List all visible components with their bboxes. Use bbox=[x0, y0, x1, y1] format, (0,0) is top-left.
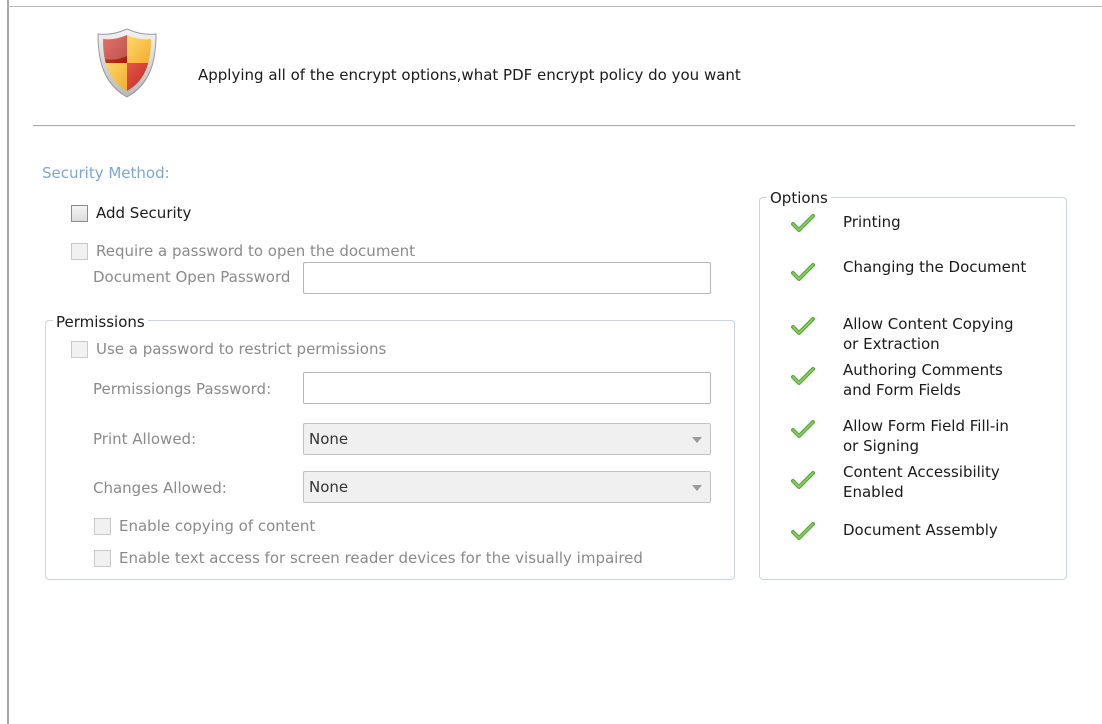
enable-copying-label: Enable copying of content bbox=[119, 517, 316, 535]
option-item-label: Allow Form Field Fill-in or Signing bbox=[843, 416, 1009, 456]
use-password-restrict-checkbox[interactable] bbox=[71, 340, 88, 358]
option-item-label: Authoring Comments and Form Fields bbox=[843, 360, 1003, 400]
option-item-line1: Content Accessibility bbox=[843, 463, 1000, 481]
changes-allowed-select[interactable]: None bbox=[303, 471, 711, 503]
security-shield-icon bbox=[94, 26, 160, 100]
green-check-icon bbox=[791, 521, 817, 541]
enable-text-access-checkbox[interactable] bbox=[94, 549, 111, 567]
green-check-icon bbox=[791, 213, 817, 233]
chevron-down-icon bbox=[692, 437, 702, 443]
document-open-password-label: Document Open Password bbox=[93, 268, 291, 286]
green-check-icon bbox=[791, 262, 817, 282]
enable-copying-checkbox-row[interactable]: Enable copying of content bbox=[94, 517, 315, 535]
print-allowed-label: Print Allowed: bbox=[93, 430, 197, 448]
option-item-label: Content Accessibility Enabled bbox=[843, 462, 1000, 502]
require-open-password-checkbox-row[interactable]: Require a password to open the document bbox=[71, 242, 415, 260]
green-check-icon bbox=[791, 470, 817, 490]
green-check-icon bbox=[791, 366, 817, 386]
add-security-checkbox[interactable] bbox=[71, 204, 88, 222]
enable-copying-checkbox[interactable] bbox=[94, 517, 111, 535]
option-item-line2: or Extraction bbox=[843, 335, 940, 353]
option-item-label: Changing the Document bbox=[843, 257, 1026, 277]
header-message: Applying all of the encrypt options,what… bbox=[198, 66, 741, 84]
option-item-label: Allow Content Copying or Extraction bbox=[843, 314, 1013, 354]
options-group-title: Options bbox=[767, 189, 831, 207]
require-open-password-checkbox[interactable] bbox=[71, 242, 88, 260]
option-item-line2: or Signing bbox=[843, 437, 920, 455]
enable-text-access-label: Enable text access for screen reader dev… bbox=[119, 549, 643, 567]
permissions-password-input[interactable] bbox=[303, 372, 711, 404]
option-item-line1: Printing bbox=[843, 213, 901, 231]
permissions-group-title: Permissions bbox=[53, 313, 148, 331]
green-check-icon bbox=[791, 316, 817, 336]
enable-text-access-checkbox-row[interactable]: Enable text access for screen reader dev… bbox=[94, 549, 643, 567]
print-allowed-select[interactable]: None bbox=[303, 423, 711, 455]
require-open-password-label: Require a password to open the document bbox=[96, 242, 416, 260]
use-password-restrict-checkbox-row[interactable]: Use a password to restrict permissions bbox=[71, 340, 386, 358]
green-check-icon bbox=[791, 419, 817, 439]
option-item-line1: Allow Form Field Fill-in bbox=[843, 417, 1009, 435]
option-item-line1: Document Assembly bbox=[843, 521, 998, 539]
option-item-line1: Changing the Document bbox=[843, 258, 1027, 276]
option-item-line1: Authoring Comments bbox=[843, 361, 1003, 379]
option-item-label: Document Assembly bbox=[843, 520, 998, 540]
print-allowed-value: None bbox=[309, 430, 349, 448]
security-method-label: Security Method: bbox=[42, 164, 170, 182]
option-item-line2: Enabled bbox=[843, 483, 904, 501]
chevron-down-icon bbox=[692, 485, 702, 491]
window-top-border bbox=[7, 6, 1102, 7]
add-security-checkbox-row[interactable]: Add Security bbox=[71, 204, 191, 222]
permissions-password-label: Permissiongs Password: bbox=[93, 380, 272, 398]
document-open-password-input[interactable] bbox=[303, 262, 711, 294]
use-password-restrict-label: Use a password to restrict permissions bbox=[96, 340, 387, 358]
add-security-label: Add Security bbox=[96, 204, 192, 222]
changes-allowed-value: None bbox=[309, 478, 349, 496]
header-separator-highlight bbox=[33, 126, 1075, 127]
option-item-line1: Allow Content Copying bbox=[843, 315, 1014, 333]
option-item-line2: and Form Fields bbox=[843, 381, 961, 399]
option-item-label: Printing bbox=[843, 212, 901, 232]
changes-allowed-label: Changes Allowed: bbox=[93, 479, 227, 497]
window-left-border bbox=[7, 0, 9, 724]
